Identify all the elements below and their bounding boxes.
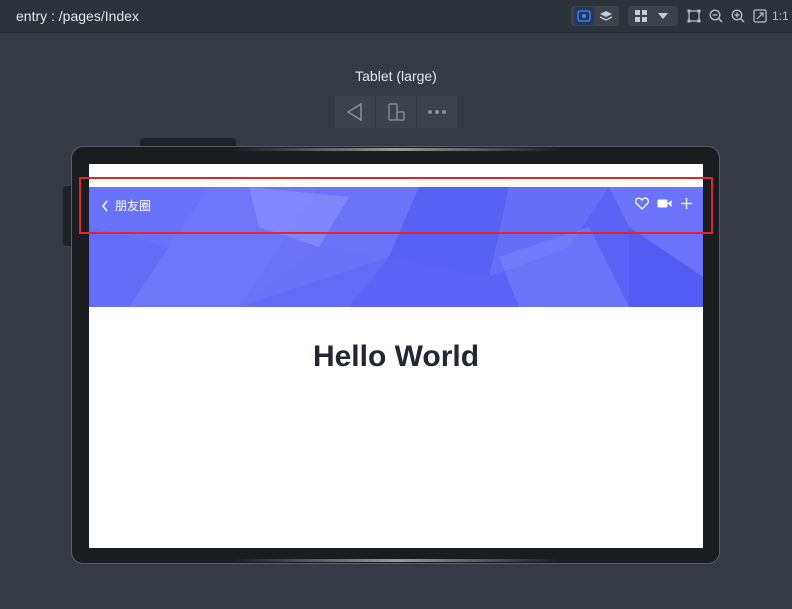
view-mode-group [571,6,619,26]
zoom-in-button[interactable] [728,6,748,26]
frame-shine-top [232,148,562,151]
layers-button[interactable] [596,7,616,25]
fit-window-button[interactable] [750,6,770,26]
fit-screen-button[interactable] [684,6,704,26]
rotate-device-icon [388,103,405,121]
rotate-button[interactable] [376,96,417,128]
grid-button[interactable] [631,7,651,25]
grid-dropdown-button[interactable] [653,7,673,25]
zoom-group: 1:1 [684,6,789,26]
back-button[interactable] [335,96,376,128]
crop-frame-icon [687,9,701,23]
previewer-toolbar: entry : /pages/Index 1:1 [0,0,792,33]
resize-icon [753,9,767,23]
device-controls [335,96,457,128]
zoom-out-button[interactable] [706,6,726,26]
device-name: Tablet (large) [355,68,437,84]
more-dots-icon [428,110,446,114]
highlight-box [79,177,713,234]
eye-view-button[interactable] [574,7,594,25]
zoom-in-icon [731,9,745,23]
zoom-out-icon [709,9,723,23]
hello-world-text: Hello World [312,340,480,373]
eye-icon [577,10,591,22]
grid-icon [635,10,647,22]
frame-shine-bottom [232,559,562,562]
more-button[interactable] [417,96,457,128]
grid-group [628,6,678,26]
page-path: entry : /pages/Index [16,8,139,24]
chevron-down-icon [658,13,668,19]
actual-size-button[interactable]: 1:1 [772,9,789,23]
layers-icon [599,11,613,21]
triangle-back-icon [346,102,362,122]
